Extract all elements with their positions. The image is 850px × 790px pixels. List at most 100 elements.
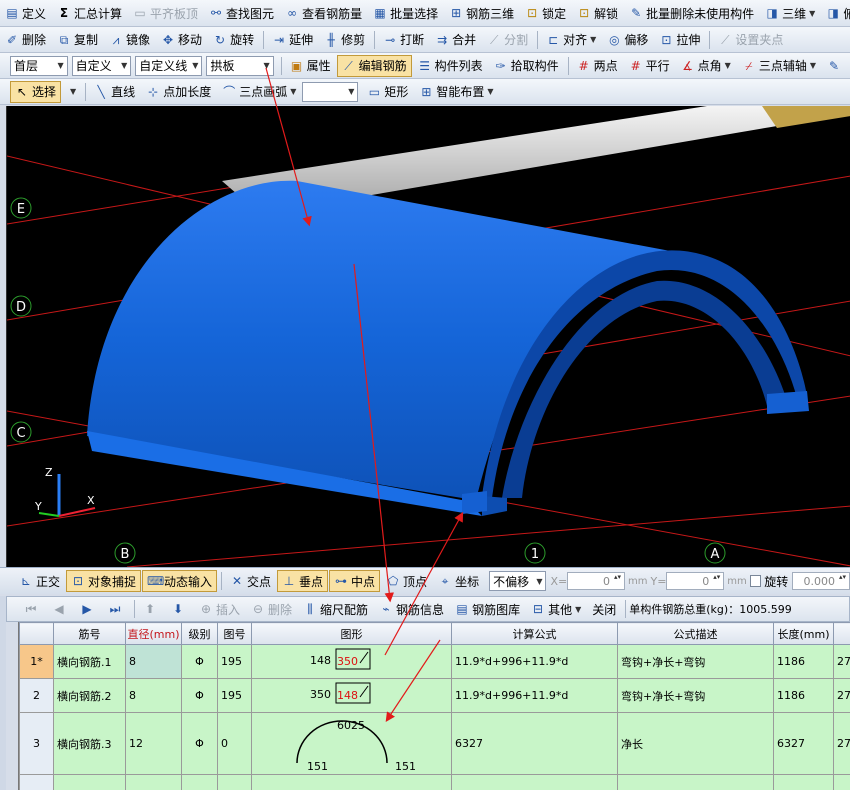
- component-list-button[interactable]: ☰ 构件列表: [413, 55, 488, 77]
- cell-name[interactable]: 横向钢筋.1: [53, 644, 126, 679]
- mirror-button[interactable]: ⩘ 镜像: [104, 29, 155, 51]
- cell-description[interactable]: 净长: [617, 712, 774, 775]
- ortho-toggle[interactable]: ⊾ 正交: [14, 570, 65, 592]
- cell-shape[interactable]: [251, 774, 452, 790]
- cell-count[interactable]: 27: [833, 678, 850, 713]
- subcategory-select[interactable]: 自定义线 ▼: [135, 55, 203, 76]
- stretch-button[interactable]: ⊡ 拉伸: [654, 29, 705, 51]
- cell-description[interactable]: 弯钩+净长+弯钩: [617, 644, 774, 679]
- pick-component-button[interactable]: ✑ 拾取构件: [489, 55, 564, 77]
- cell-description[interactable]: [617, 774, 774, 790]
- find-element-button[interactable]: ⚯ 查找图元: [204, 2, 279, 24]
- insert-button[interactable]: ⊕ 插入: [194, 598, 245, 620]
- break-button[interactable]: ⊸ 打断: [378, 29, 429, 51]
- offset-mode-select[interactable]: 不偏移 ▼: [489, 571, 547, 591]
- coordinate-snap-toggle[interactable]: ⌖ 坐标: [433, 570, 484, 592]
- align-button[interactable]: ⊏ 对齐 ▼: [541, 29, 601, 51]
- three-point-axis-button[interactable]: ⌿ 三点辅轴 ▼: [737, 55, 821, 77]
- cell-count[interactable]: 27: [833, 644, 850, 679]
- cell-grade[interactable]: Φ: [181, 678, 218, 713]
- properties-button[interactable]: ▣ 属性: [285, 55, 336, 77]
- rotate-checkbox[interactable]: [749, 575, 762, 587]
- perpendicular-snap-toggle[interactable]: ⊥ 垂点: [277, 570, 329, 592]
- draw-option-select[interactable]: ▼: [302, 81, 359, 102]
- row-number[interactable]: 2: [19, 678, 54, 713]
- cell-formula[interactable]: 6327: [451, 712, 618, 775]
- parallel-button[interactable]: # 平行: [624, 55, 675, 77]
- cell-length[interactable]: 1186: [773, 678, 834, 713]
- extend-button[interactable]: ⇥ 延伸: [267, 29, 318, 51]
- cell-grade[interactable]: [181, 774, 218, 790]
- move-up-button[interactable]: ⬆: [138, 598, 165, 620]
- delete-button[interactable]: ✐ 删除: [0, 29, 51, 51]
- move-button[interactable]: ✥ 移动: [156, 29, 207, 51]
- row-number[interactable]: 3: [19, 712, 54, 775]
- two-point-button[interactable]: # 两点: [572, 55, 623, 77]
- top-view-button[interactable]: ◨俯: [821, 2, 850, 24]
- define-button[interactable]: ▤ 定义: [0, 2, 51, 24]
- cell-figure-no[interactable]: [217, 774, 252, 790]
- batch-delete-button[interactable]: ✎ 批量删除未使用构件: [624, 2, 759, 24]
- cell-figure-no[interactable]: 195: [217, 644, 252, 679]
- summary-calc-button[interactable]: Σ 汇总计算: [52, 2, 127, 24]
- cell-shape[interactable]: 6025 151 151: [251, 712, 452, 775]
- row-number[interactable]: [19, 774, 54, 790]
- cell-grade[interactable]: Φ: [181, 712, 218, 775]
- midpoint-snap-toggle[interactable]: ⊶ 中点: [329, 570, 381, 592]
- rebar-3d-button[interactable]: ⊞ 钢筋三维: [444, 2, 519, 24]
- edit-rebar-button[interactable]: ⟋ 编辑钢筋: [336, 54, 412, 77]
- vertex-snap-toggle[interactable]: ⬠ 顶点: [381, 570, 432, 592]
- align-slab-top-button[interactable]: ▭ 平齐板顶: [128, 2, 203, 24]
- cell-length[interactable]: 1186: [773, 644, 834, 679]
- cell-figure-no[interactable]: 195: [217, 678, 252, 713]
- set-grip-button[interactable]: ⟋ 设置夹点: [713, 29, 788, 51]
- first-record-button[interactable]: ⏮: [19, 598, 46, 620]
- offset-button[interactable]: ◎ 偏移: [602, 29, 653, 51]
- 3d-viewport[interactable]: E D C B 1 A Z Y X: [6, 106, 850, 567]
- header-description[interactable]: 公式描述: [617, 622, 774, 645]
- point-angle-button[interactable]: ∡ 点角 ▼: [676, 55, 736, 77]
- cell-length[interactable]: [773, 774, 834, 790]
- cell-grade[interactable]: Φ: [181, 644, 218, 679]
- cell-shape[interactable]: 148 350: [251, 644, 452, 679]
- y-input[interactable]: 0: [666, 572, 725, 590]
- move-down-button[interactable]: ⬇: [166, 598, 193, 620]
- table-row[interactable]: [19, 774, 850, 790]
- cell-length[interactable]: 6327: [773, 712, 834, 775]
- more-tools-button[interactable]: ✎: [822, 55, 849, 77]
- cell-shape[interactable]: 350 148: [251, 678, 452, 713]
- rebar-info-button[interactable]: ⌁ 钢筋信息: [374, 598, 449, 620]
- prev-record-button[interactable]: ◀: [47, 598, 74, 620]
- cell-formula[interactable]: 11.9*d+996+11.9*d: [451, 644, 618, 679]
- close-button[interactable]: 关闭: [587, 598, 621, 620]
- split-button[interactable]: ⟋ 分割: [482, 29, 533, 51]
- cell-figure-no[interactable]: 0: [217, 712, 252, 775]
- header-length[interactable]: 长度(mm): [773, 622, 834, 645]
- header-grade[interactable]: 级别: [181, 622, 218, 645]
- component-select[interactable]: 拱板 ▼: [206, 55, 274, 76]
- cell-diameter[interactable]: [125, 774, 182, 790]
- other-button[interactable]: ⊟ 其他 ▼: [526, 598, 586, 620]
- select-button[interactable]: ↖ 选择: [10, 80, 62, 103]
- last-record-button[interactable]: ⏭: [103, 598, 130, 620]
- next-record-button[interactable]: ▶: [75, 598, 102, 620]
- trim-button[interactable]: ╫ 修剪: [319, 29, 370, 51]
- cell-name[interactable]: [53, 774, 126, 790]
- unlock-button[interactable]: ⊡ 解锁: [572, 2, 623, 24]
- cell-name[interactable]: 横向钢筋.2: [53, 678, 126, 713]
- cell-formula[interactable]: 11.9*d+996+11.9*d: [451, 678, 618, 713]
- scale-rebar-button[interactable]: ⫼ 缩尺配筋: [298, 598, 373, 620]
- dynamic-input-toggle[interactable]: ⌨ 动态输入: [142, 570, 218, 592]
- header-name[interactable]: 筋号: [53, 622, 126, 645]
- line-button[interactable]: ╲ 直线: [89, 81, 140, 103]
- merge-button[interactable]: ⇉ 合并: [430, 29, 481, 51]
- delete-row-button[interactable]: ⊖ 删除: [246, 598, 297, 620]
- copy-button[interactable]: ⧉ 复制: [52, 29, 103, 51]
- row-number[interactable]: 1*: [19, 644, 54, 679]
- lock-button[interactable]: ⊡ 锁定: [520, 2, 571, 24]
- cell-formula[interactable]: [451, 774, 618, 790]
- view-rebar-qty-button[interactable]: ∞ 查看钢筋量: [280, 2, 367, 24]
- header-figure-no[interactable]: 图号: [217, 622, 252, 645]
- floor-select[interactable]: 首层 ▼: [10, 55, 68, 76]
- table-row[interactable]: 3 横向钢筋.3 12 Φ 0 6025 151 151 6327 净长 632…: [19, 712, 850, 775]
